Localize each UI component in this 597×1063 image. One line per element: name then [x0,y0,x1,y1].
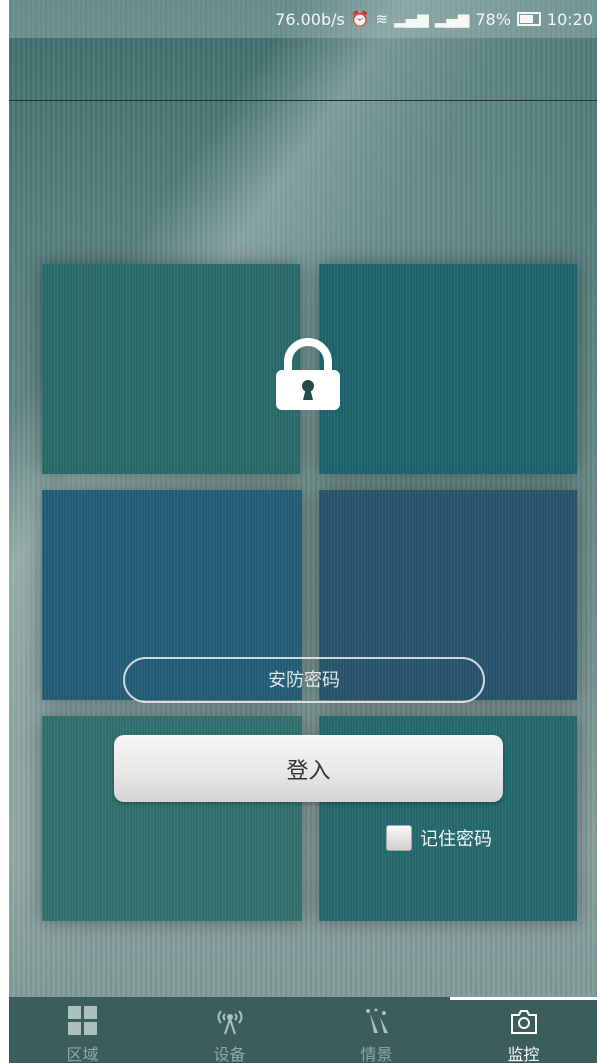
signal-icon: ▂▄▆ [394,10,429,28]
security-password-input[interactable] [123,657,485,703]
antenna-icon [213,1007,247,1035]
remember-password[interactable]: 记住密码 [386,825,492,851]
header-divider [9,100,597,101]
tile-panel [42,264,300,474]
tab-monitor[interactable]: 监控 [450,997,597,1063]
status-bar: 76.00b/s ⏰ ≋ ▂▄▆ ▂▄▆ 78% 10:20 [9,0,597,38]
tab-area[interactable]: 区域 [9,997,156,1063]
tab-label: 情景 [360,1045,393,1063]
tab-label: 监控 [507,1045,540,1063]
camera-icon [509,1007,539,1035]
tab-scene[interactable]: 情景 [303,997,450,1063]
remember-password-label: 记住密码 [420,829,492,850]
battery-icon [516,12,541,26]
wifi-icon: ≋ [375,10,389,28]
bottom-tab-bar: 区域 设备 情景 监控 [9,997,597,1063]
clock: 10:20 [546,9,593,29]
alarm-icon: ⏰ [350,10,370,28]
grid-icon [67,1006,98,1035]
tab-label: 设备 [213,1045,246,1063]
app-screen: 76.00b/s ⏰ ≋ ▂▄▆ ▂▄▆ 78% 10:20 登入 记住密码 区… [9,0,597,1063]
tab-label: 区域 [66,1045,99,1063]
remember-password-checkbox[interactable] [386,825,412,851]
tab-device[interactable]: 设备 [156,997,303,1063]
scene-icon [362,1007,392,1035]
login-button[interactable]: 登入 [114,735,503,802]
network-speed: 76.00b/s [275,9,345,29]
signal-icon-2: ▂▄▆ [434,10,470,28]
lock-icon [276,338,340,410]
tile-panel [319,264,577,474]
battery-percent: 78% [475,9,511,29]
